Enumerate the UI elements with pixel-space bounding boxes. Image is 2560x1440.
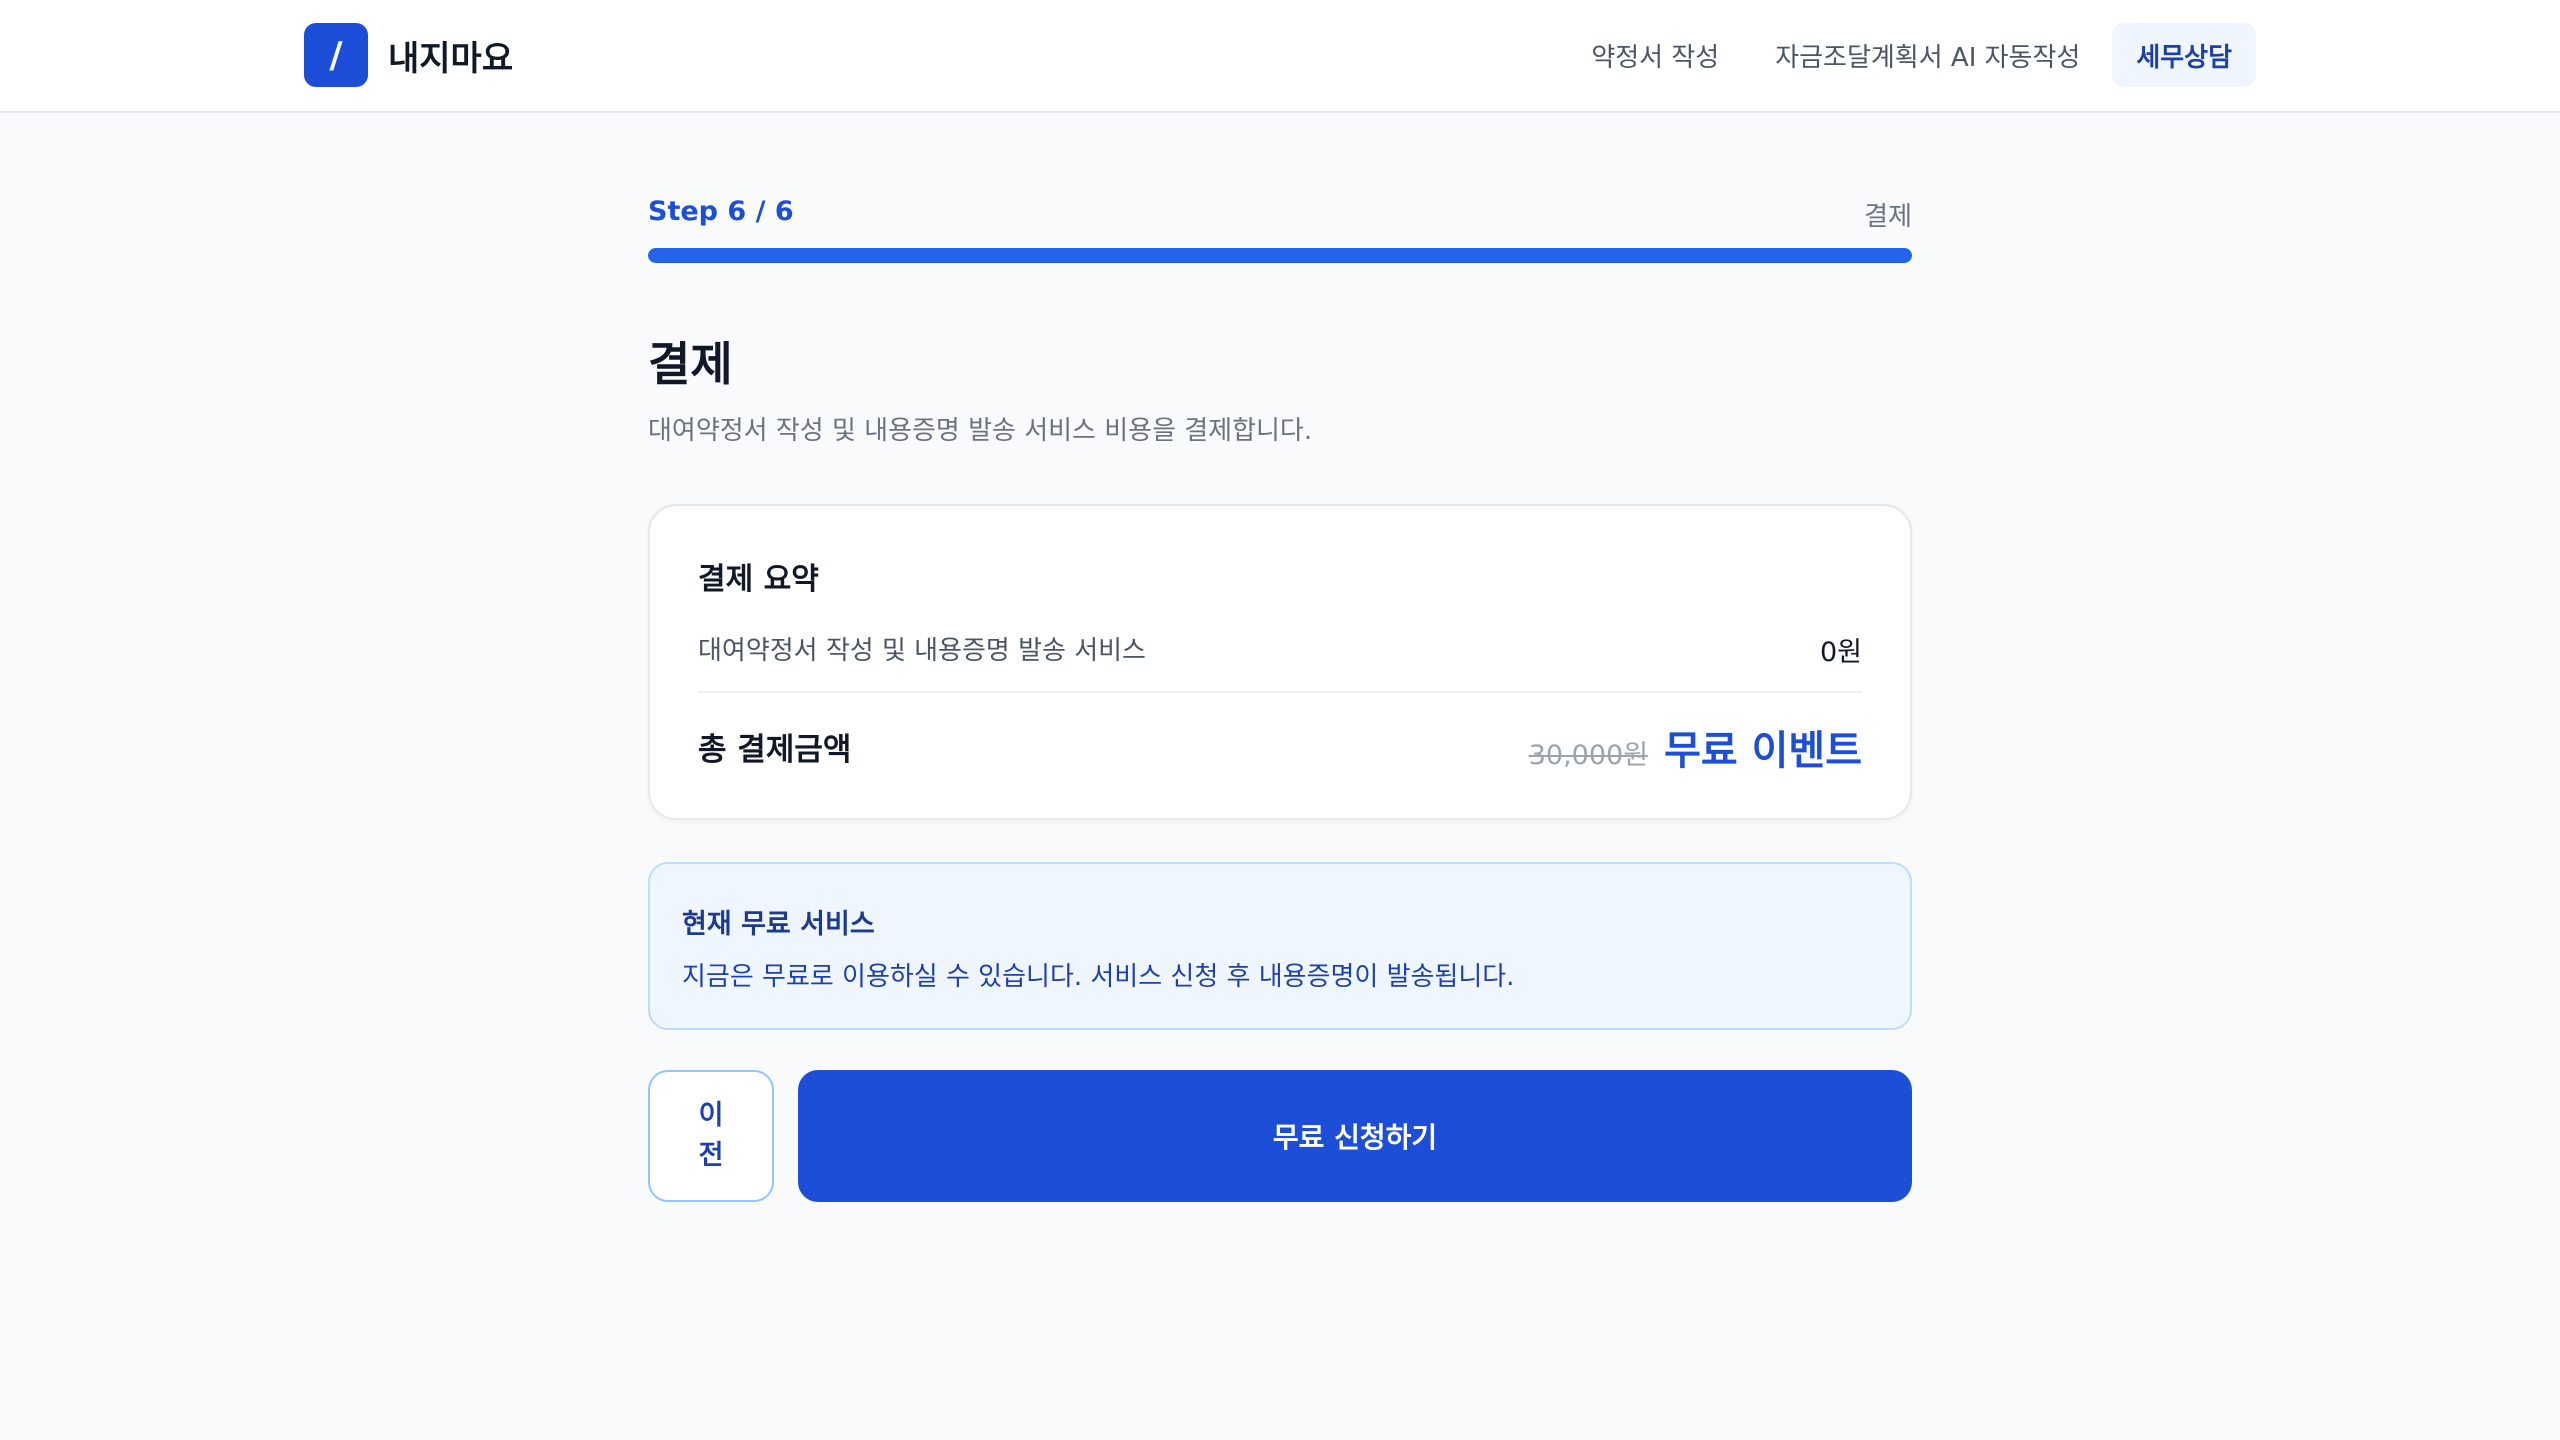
logo[interactable]: / 내지마요 (304, 23, 513, 87)
original-price: 30,000원 (1528, 740, 1649, 771)
main-nav: 약정서 작성 자금조달계획서 AI 자동작성 세무상담 (1559, 23, 2256, 87)
progress-bar-fill (648, 248, 1912, 263)
summary-divider (698, 691, 1862, 693)
step-indicator: Step 6 / 6 결제 (648, 196, 1912, 232)
page-description: 대여약정서 작성 및 내용증명 발송 서비스 비용을 결제합니다. (648, 416, 1313, 446)
previous-button[interactable]: 이전 (648, 1070, 774, 1202)
progress-bar (648, 248, 1912, 263)
total-amount-label: 총 결제금액 (698, 732, 852, 768)
free-apply-button[interactable]: 무료 신청하기 (798, 1070, 1912, 1202)
step-counter: Step 6 / 6 (648, 196, 794, 227)
step-name: 결제 (1864, 202, 1912, 232)
logo-text: 내지마요 (388, 38, 514, 79)
payment-summary-card: 결제 요약 대여약정서 작성 및 내용증명 발송 서비스 0원 총 결제금액 3… (648, 504, 1912, 820)
free-event-label: 무료 이벤트 (1664, 728, 1862, 774)
logo-slash-icon: / (304, 23, 368, 87)
nav-item-funding-plan-ai[interactable]: 자금조달계획서 AI 자동작성 (1751, 23, 2104, 87)
top-header: / 내지마요 약정서 작성 자금조달계획서 AI 자동작성 세무상담 (0, 0, 2560, 113)
page-title: 결제 (648, 337, 733, 391)
service-line-label: 대여약정서 작성 및 내용증명 발송 서비스 (698, 636, 1146, 666)
summary-title: 결제 요약 (698, 562, 819, 597)
nav-item-tax-consulting[interactable]: 세무상담 (2112, 23, 2256, 87)
total-amount: 30,000원 무료 이벤트 (1529, 718, 1862, 776)
notice-title: 현재 무료 서비스 (682, 909, 875, 940)
nav-item-agreement[interactable]: 약정서 작성 (1567, 23, 1743, 87)
service-line-price: 0원 (1819, 637, 1862, 668)
notice-text: 지금은 무료로 이용하실 수 있습니다. 서비스 신청 후 내용증명이 발송됩니… (682, 962, 1515, 992)
free-service-notice: 현재 무료 서비스 지금은 무료로 이용하실 수 있습니다. 서비스 신청 후 … (648, 862, 1912, 1030)
